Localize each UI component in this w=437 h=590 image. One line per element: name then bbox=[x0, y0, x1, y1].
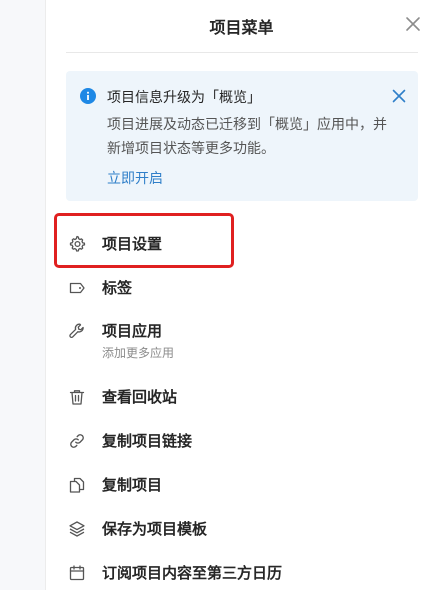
menu-label: 项目设置 bbox=[102, 235, 163, 253]
menu-item-tags[interactable]: 标签 bbox=[54, 267, 428, 307]
menu-item-save-as-template[interactable]: 保存为项目模板 bbox=[54, 508, 428, 548]
trash-icon bbox=[68, 388, 86, 406]
info-icon bbox=[80, 88, 96, 104]
notice-title: 项目信息升级为「概览」 bbox=[107, 90, 261, 106]
menu-label: 标签 bbox=[102, 279, 133, 297]
tag-icon bbox=[68, 279, 86, 297]
close-icon bbox=[392, 89, 406, 103]
notice-close-button[interactable] bbox=[390, 87, 408, 105]
page: 项目菜单 项目信息升级为「概览」 项目进展及动态已迁移到「概览」应用中，并新增项… bbox=[0, 0, 437, 590]
wrench-icon bbox=[68, 322, 86, 340]
menu-sublabel: 添加更多应用 bbox=[102, 346, 175, 360]
header-divider bbox=[66, 52, 418, 53]
gear-icon bbox=[68, 235, 86, 253]
link-icon bbox=[68, 432, 86, 450]
menu-item-subscribe-calendar[interactable]: 订阅项目内容至第三方日历 bbox=[54, 552, 428, 590]
layers-icon bbox=[68, 520, 86, 538]
calendar-icon bbox=[68, 564, 86, 582]
menu-label: 查看回收站 bbox=[102, 388, 178, 406]
menu-item-project-settings[interactable]: 项目设置 bbox=[54, 223, 428, 263]
enable-now-link[interactable]: 立即开启 bbox=[107, 168, 163, 188]
upgrade-notice: 项目信息升级为「概览」 项目进展及动态已迁移到「概览」应用中，并新增项目状态等更… bbox=[66, 71, 418, 201]
panel-header: 项目菜单 bbox=[46, 0, 437, 52]
menu-label: 复制项目链接 bbox=[102, 432, 193, 450]
menu-item-project-apps[interactable]: 项目应用 添加更多应用 bbox=[54, 310, 428, 362]
notice-body: 项目进展及动态已迁移到「概览」应用中，并新增项目状态等更多功能。 bbox=[107, 117, 387, 157]
menu-label: 项目应用 bbox=[102, 322, 163, 340]
menu-item-copy-project[interactable]: 复制项目 bbox=[54, 464, 428, 504]
project-menu-panel: 项目菜单 项目信息升级为「概览」 项目进展及动态已迁移到「概览」应用中，并新增项… bbox=[46, 0, 437, 590]
menu-item-recycle-bin[interactable]: 查看回收站 bbox=[54, 376, 428, 416]
panel-title: 项目菜单 bbox=[209, 18, 274, 37]
menu-item-copy-project-link[interactable]: 复制项目链接 bbox=[54, 420, 428, 460]
close-button[interactable] bbox=[403, 14, 423, 34]
copy-icon bbox=[68, 476, 86, 494]
menu-label: 保存为项目模板 bbox=[102, 520, 208, 538]
menu-label: 订阅项目内容至第三方日历 bbox=[102, 564, 283, 582]
close-icon bbox=[406, 17, 420, 31]
menu-label: 复制项目 bbox=[102, 476, 163, 494]
background-page-strip bbox=[0, 0, 46, 590]
